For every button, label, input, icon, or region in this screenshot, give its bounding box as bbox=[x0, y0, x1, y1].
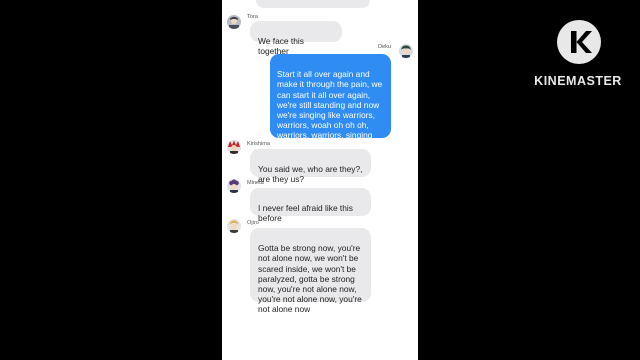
message-bubble: We face this together bbox=[250, 21, 342, 56]
sender-name: Tora bbox=[247, 14, 258, 20]
kinemaster-k-logo-icon bbox=[555, 18, 603, 66]
kinemaster-watermark: KINEMASTER bbox=[533, 18, 623, 98]
message-bubble: Gotta be strong now, you're not alone no… bbox=[250, 228, 371, 314]
message-bubble: I never feel afraid like this before bbox=[250, 188, 371, 223]
sender-name: Kirishima bbox=[247, 141, 271, 147]
message-bubble: alone bbox=[256, 0, 370, 8]
message-bubble: You said we, who are they?, are they us? bbox=[250, 149, 371, 184]
message-text: You said we, who are they?, are they us? bbox=[258, 164, 363, 185]
chat-screen[interactable]: alone Tora We face this together Deku bbox=[222, 0, 418, 360]
tora-avatar-icon bbox=[227, 15, 241, 29]
sender-name: Ojiro bbox=[247, 220, 259, 226]
deku-avatar-icon bbox=[399, 44, 413, 58]
message-bubble: Start it all over again and make it thro… bbox=[270, 54, 391, 151]
sender-name: Mineta bbox=[247, 180, 264, 186]
sender-name: Deku bbox=[378, 44, 392, 50]
mineta-avatar-icon bbox=[227, 179, 241, 193]
video-frame: alone Tora We face this together Deku bbox=[0, 0, 640, 360]
message-text: Start it all over again and make it thro… bbox=[277, 69, 383, 151]
kirishima-avatar-icon bbox=[227, 140, 241, 154]
message-text: I never feel afraid like this before bbox=[258, 203, 353, 224]
message-text: Gotta be strong now, you're not alone no… bbox=[258, 243, 362, 315]
ojiro-avatar-icon bbox=[227, 219, 241, 233]
kinemaster-brand-text: KINEMASTER bbox=[534, 74, 622, 88]
message-text: alone bbox=[264, 0, 285, 1]
